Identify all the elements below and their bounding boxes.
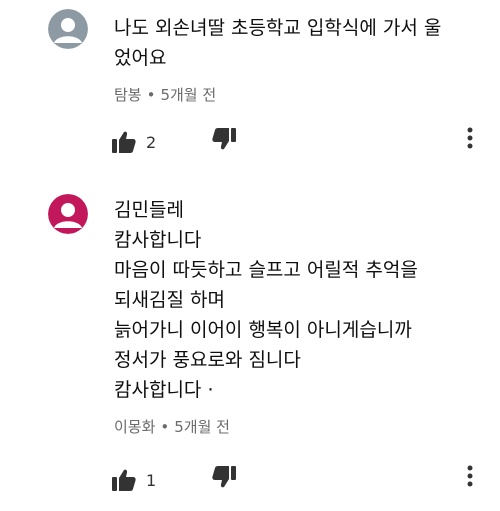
more-options-button[interactable] <box>466 465 474 491</box>
like-count: 1 <box>146 470 157 490</box>
comment-text-line: 되새김질 하며 <box>114 289 225 311</box>
dislike-button[interactable] <box>212 466 236 492</box>
like-button[interactable]: 2 <box>112 126 156 158</box>
avatar-icon[interactable] <box>48 9 88 49</box>
comments-section: 나도 외손녀딸 초등학교 입학식에 가서 울 었어요 탐봉•5개월 전 2 <box>0 0 500 511</box>
comment-meta: 이몽화 • 5개월 전 <box>114 416 480 437</box>
more-options-button[interactable] <box>466 127 474 153</box>
thumbs-down-icon <box>212 466 236 488</box>
comment-time: 5개월 전 <box>174 418 230 436</box>
comment-meta: 탐봉 • 5개월 전 <box>114 84 480 105</box>
avatar-icon[interactable] <box>48 194 88 234</box>
comment-text-line: 캄사합니다 <box>114 229 202 251</box>
like-count: 2 <box>146 132 157 152</box>
comment-text-line: 나도 외손녀딸 초등학교 입학식에 가서 울 <box>114 17 442 39</box>
thumbs-up-icon <box>112 469 136 491</box>
thumbs-up-icon <box>112 131 136 153</box>
thumbs-down-icon <box>212 128 236 150</box>
meta-separator: • <box>160 418 170 436</box>
comment-text-line: 김민들레 <box>114 199 184 221</box>
like-button[interactable]: 1 <box>112 464 156 496</box>
comment-text-line: 마음이 따듯하고 슬프고 어릴적 추억을 <box>114 259 418 281</box>
author-name[interactable]: 탐봉 <box>114 86 142 104</box>
dislike-button[interactable] <box>212 128 236 154</box>
author-name[interactable]: 이몽화 <box>114 418 155 436</box>
vertical-ellipsis-icon <box>466 127 474 149</box>
comment-text-line: 었어요 <box>114 47 167 69</box>
comment-text-line: 늙어가니 이어이 행복이 아니게습니까 <box>114 319 412 341</box>
comment-text-line: 정서가 풍요로와 짐니다 <box>114 349 301 371</box>
meta-separator: • <box>146 86 156 104</box>
comment-text-line: 캄사합니다 · <box>114 379 214 401</box>
vertical-ellipsis-icon <box>466 465 474 487</box>
comment-time: 5개월 전 <box>160 86 217 104</box>
